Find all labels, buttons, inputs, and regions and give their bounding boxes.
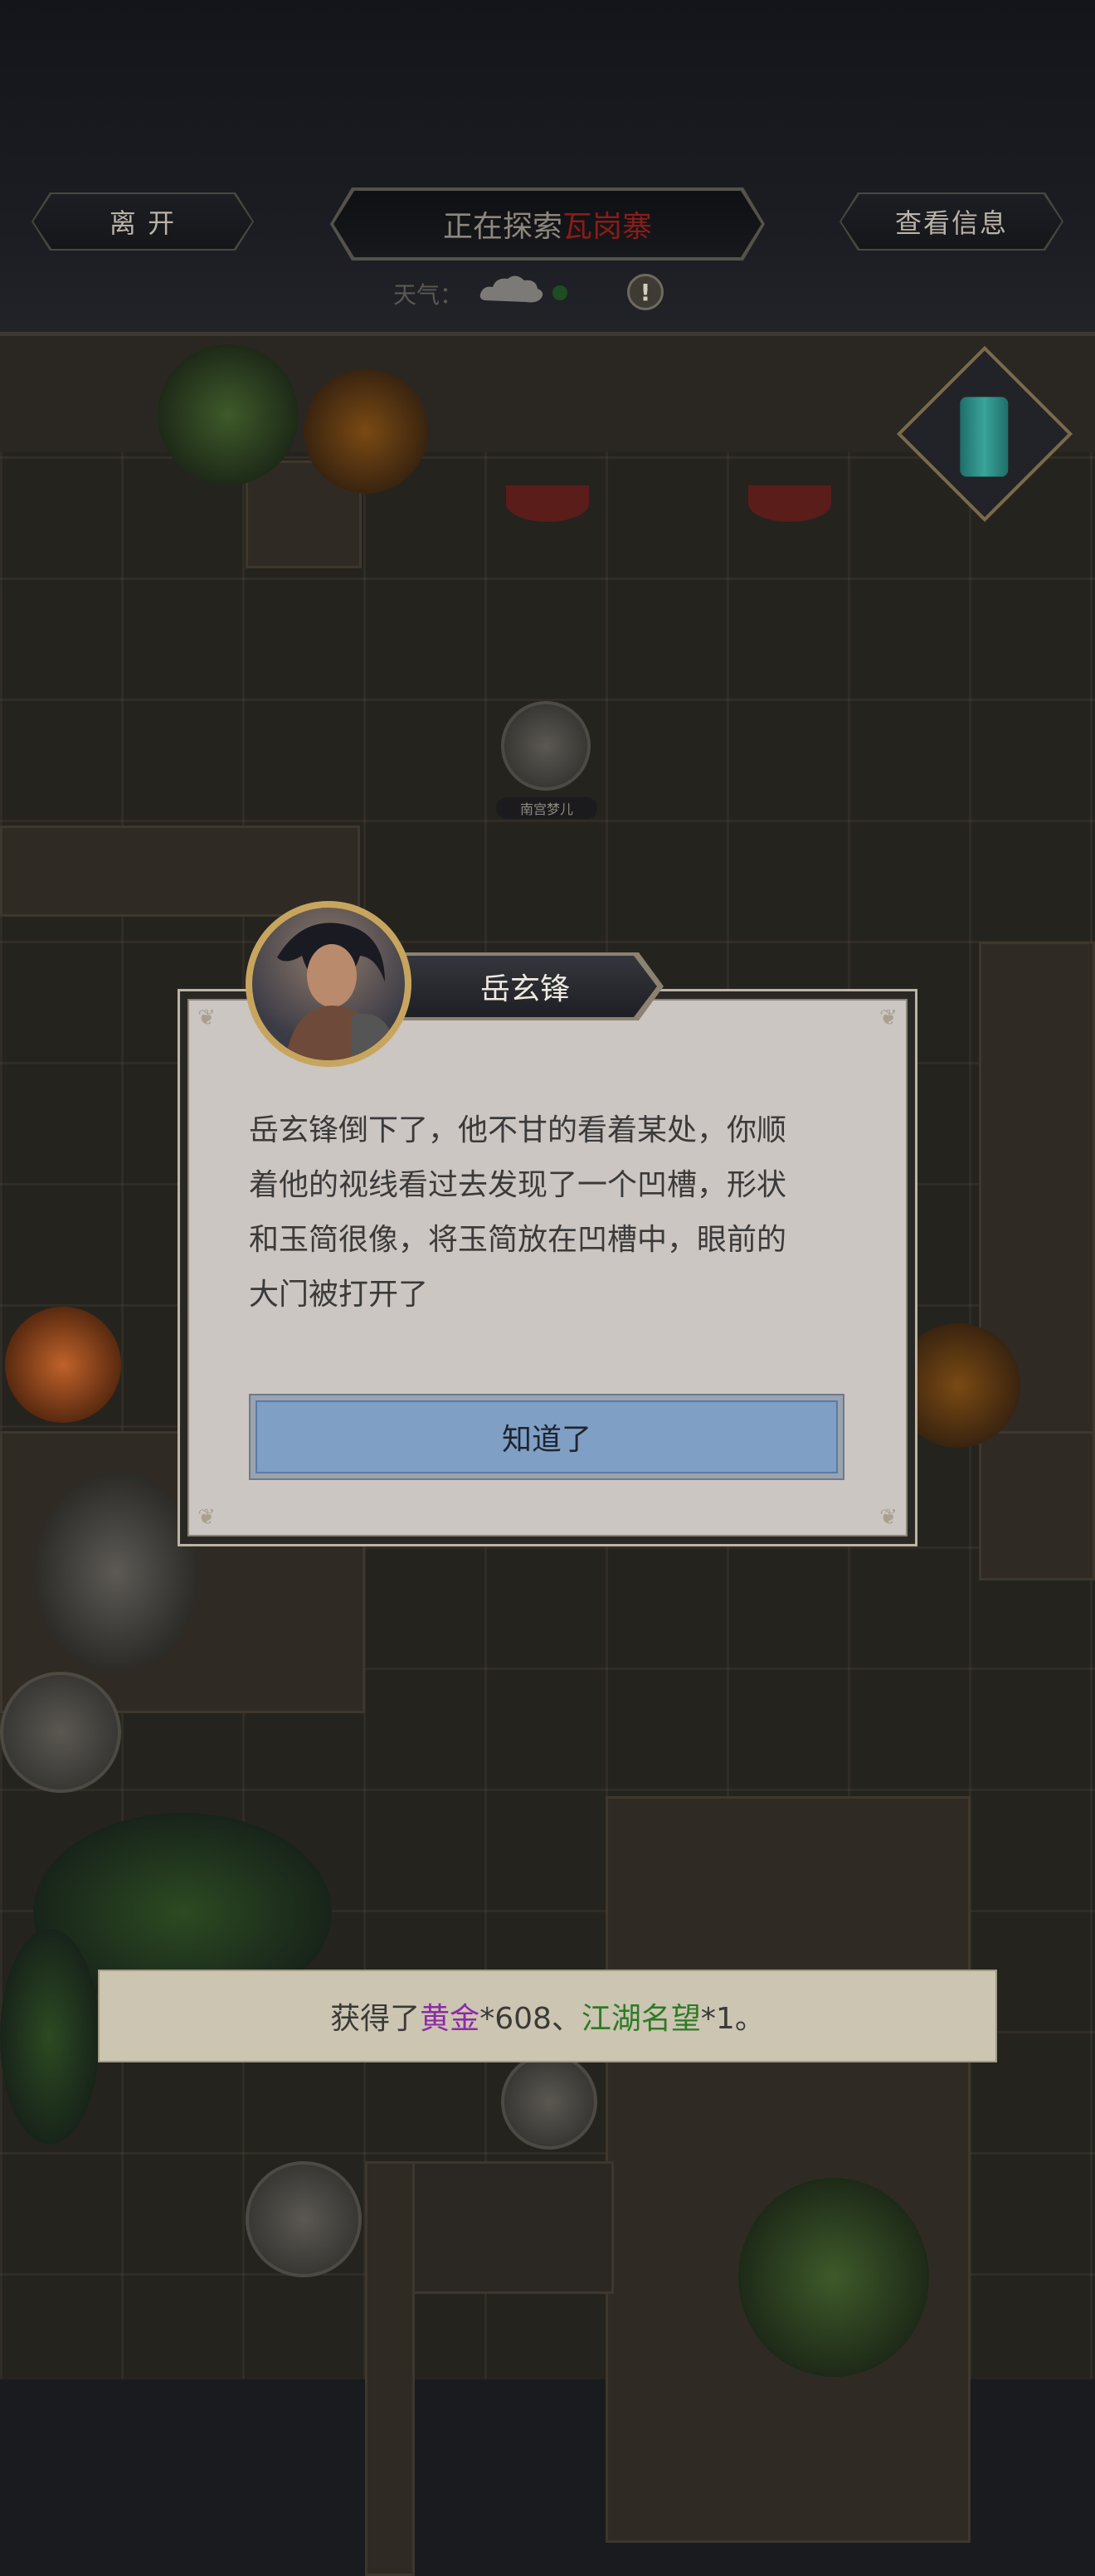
corner-ornament-icon: ❦ <box>197 1006 216 1030</box>
npc-token[interactable] <box>501 701 591 791</box>
corner-ornament-icon: ❦ <box>197 1505 216 1530</box>
cart-decoration <box>506 485 589 522</box>
weather-indicator <box>552 285 567 300</box>
reward-gold-qty: *608、 <box>479 2002 582 2036</box>
exploring-prefix: 正在探索 <box>442 210 562 244</box>
confirm-button[interactable]: 知道了 <box>256 1400 838 1473</box>
tree-decoration <box>5 1307 121 1423</box>
warrior-portrait-icon <box>277 923 393 1060</box>
cart-decoration <box>748 485 831 522</box>
dialog-message-line: 大门被打开了 <box>249 1278 429 1312</box>
location-name: 瓦岗寨 <box>562 210 653 244</box>
view-info-button[interactable]: 查看信息 <box>841 194 1062 249</box>
top-bar: 离 开 正在探索 瓦岗寨 查看信息 天气： ! <box>0 0 1095 336</box>
tree-decoration <box>0 1929 100 2145</box>
reward-toast: 获得了 黄金 *608、 江湖名望 *1。 <box>98 1970 997 2062</box>
scroll-icon <box>960 397 1009 477</box>
speaker-portrait <box>246 901 411 1067</box>
tree-decoration <box>738 2178 929 2377</box>
cloud-icon <box>479 275 543 303</box>
npc-token[interactable] <box>501 2053 597 2150</box>
corner-ornament-icon: ❦ <box>879 1505 898 1530</box>
tree-decoration <box>304 369 428 494</box>
tree-decoration <box>33 1473 199 1672</box>
speaker-name: 岳玄锋 <box>393 956 657 1017</box>
weather-label: 天气： <box>393 281 464 309</box>
reward-reputation-qty: *1。 <box>700 2002 765 2036</box>
reward-reputation: 江湖名望 <box>581 2002 701 2036</box>
dialog-message-line: 着他的视线看过去发现了一个凹槽，形状 <box>249 1168 787 1202</box>
npc-name-label: 南宫梦儿 <box>496 797 597 819</box>
exploring-title: 正在探索 瓦岗寨 <box>333 191 762 257</box>
dialog-message-line: 和玉简很像，将玉简放在凹槽中，眼前的 <box>249 1223 787 1257</box>
tree-decoration <box>158 344 299 485</box>
npc-token[interactable] <box>246 2161 362 2277</box>
corner-ornament-icon: ❦ <box>879 1006 898 1030</box>
npc-token[interactable] <box>0 1672 121 1793</box>
reward-prefix: 获得了 <box>330 2002 421 2036</box>
reward-gold: 黄金 <box>420 2002 480 2036</box>
leave-button[interactable]: 离 开 <box>33 194 252 249</box>
weather-info-icon[interactable]: ! <box>627 274 664 310</box>
dialog-message: 岳玄锋倒下了，他不甘的看着某处，你顺 着他的视线看过去发现了一个凹槽，形状 和玉… <box>249 1103 846 1322</box>
dialog-message-line: 岳玄锋倒下了，他不甘的看着某处，你顺 <box>249 1113 787 1147</box>
